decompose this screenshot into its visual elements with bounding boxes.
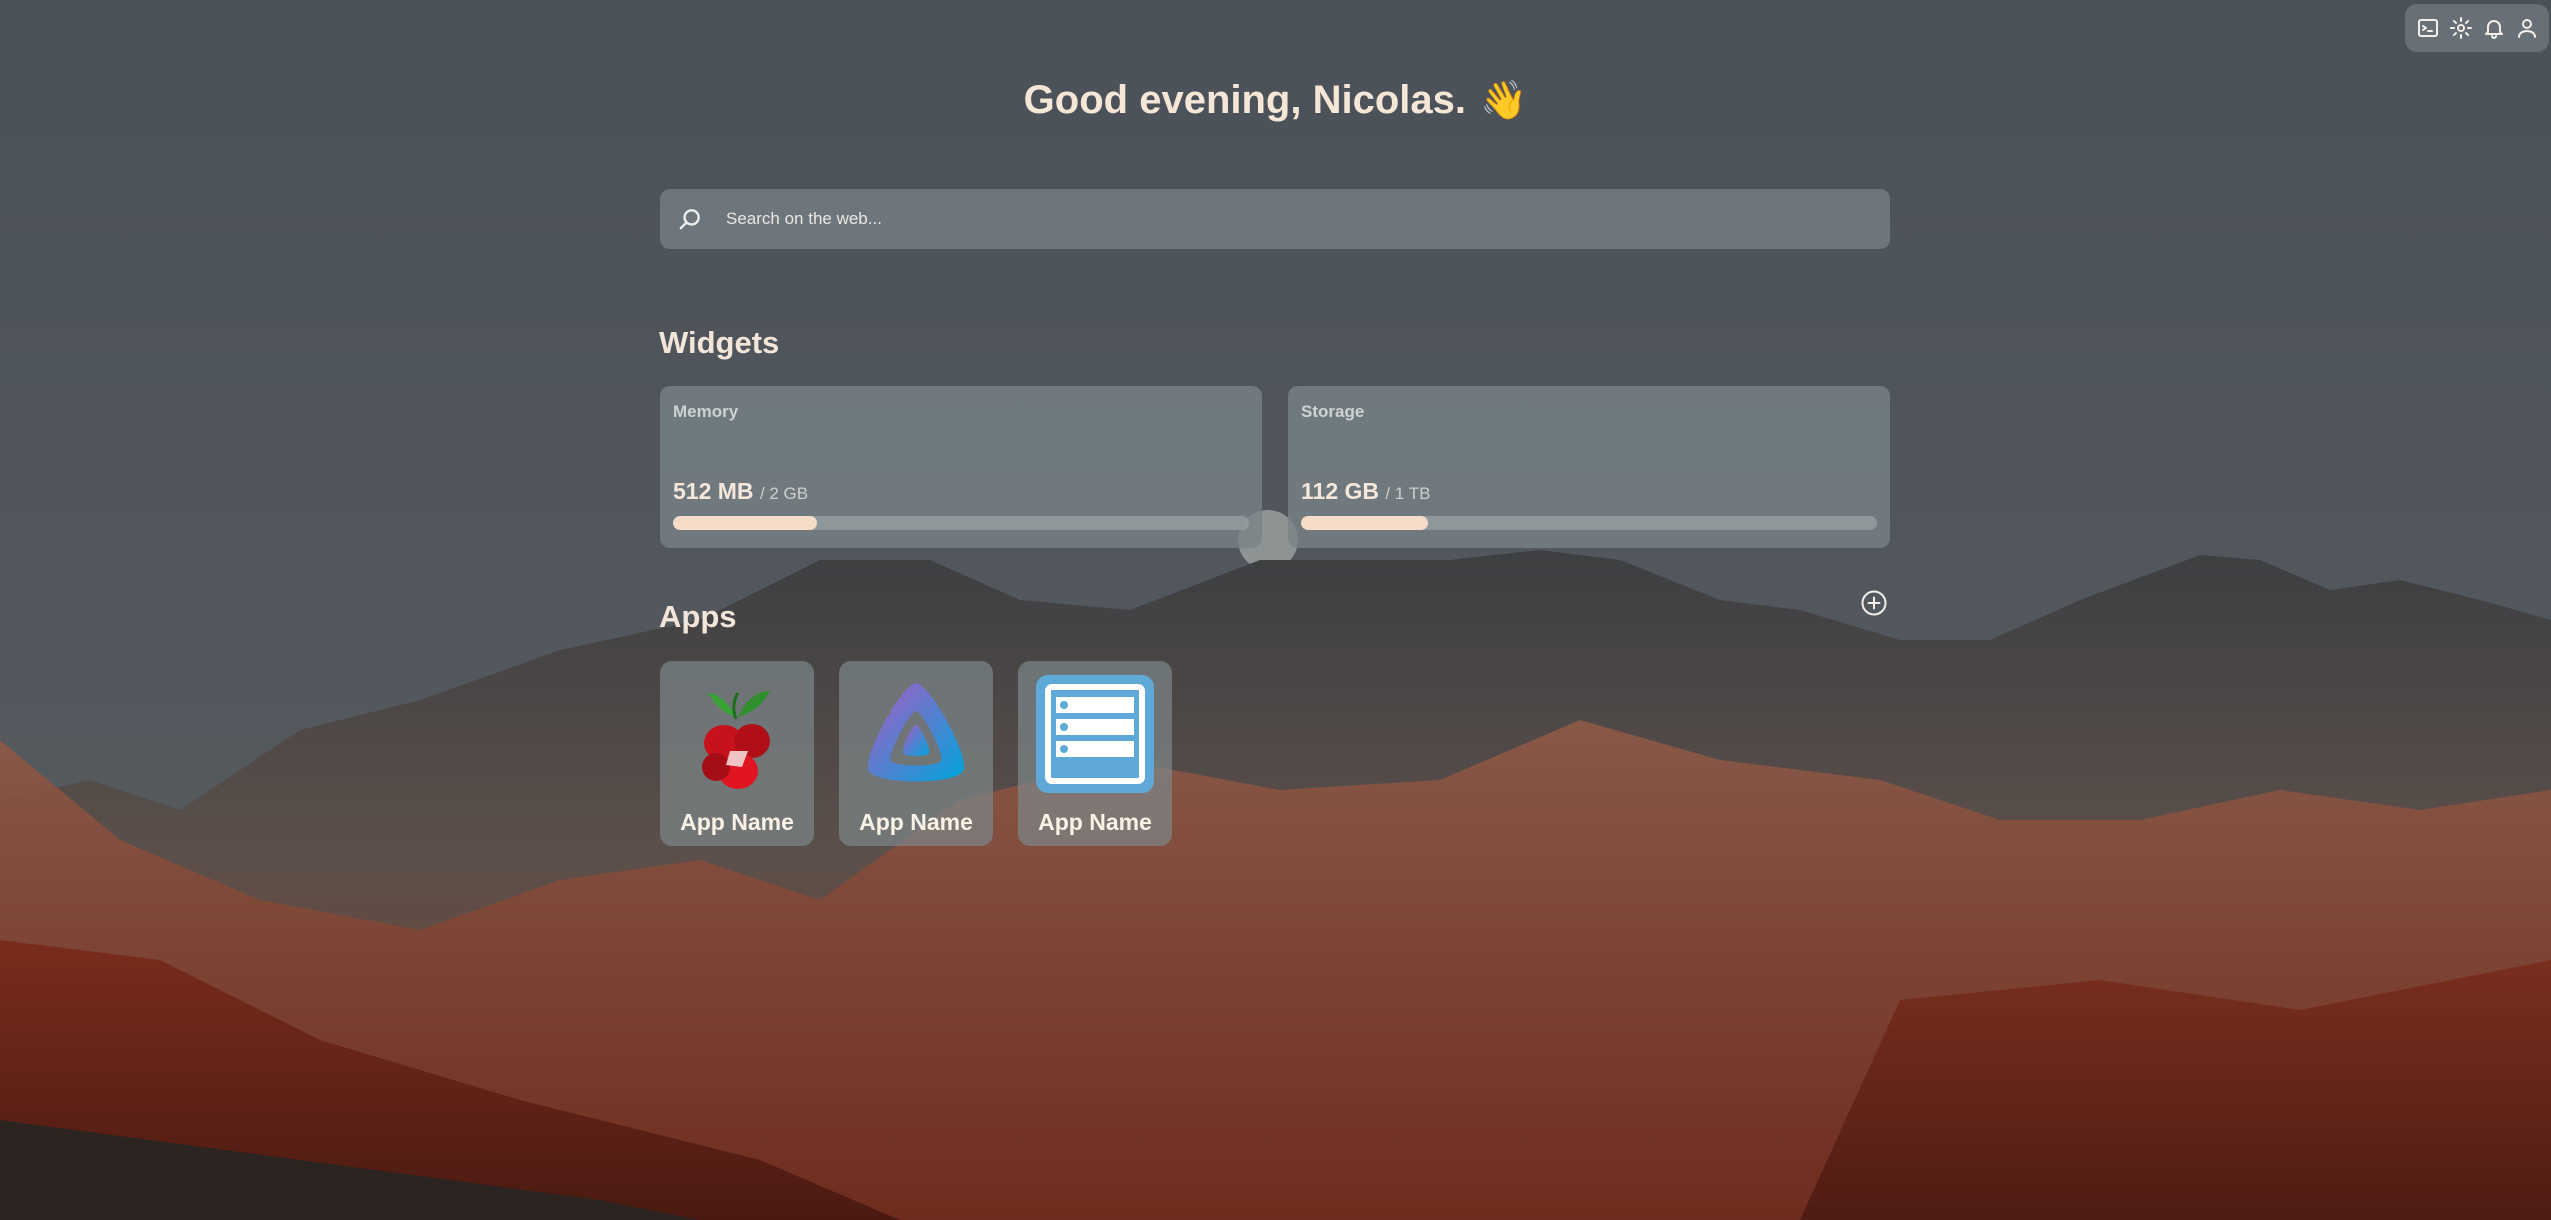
server-icon xyxy=(1036,675,1154,793)
memory-used: 512 MB xyxy=(673,478,754,504)
memory-usage-fill xyxy=(673,516,817,530)
widget-value: 512 MB / 2 GB xyxy=(673,478,808,505)
storage-usage-fill xyxy=(1301,516,1428,530)
gear-icon[interactable] xyxy=(2448,15,2474,41)
memory-usage-bar xyxy=(673,516,1249,530)
wave-emoji-icon: 👋 xyxy=(1479,80,1528,122)
add-app-button[interactable] xyxy=(1860,589,1888,617)
app-name: App Name xyxy=(1038,809,1152,835)
widgets-heading: Widgets xyxy=(659,325,780,360)
search-input[interactable] xyxy=(720,188,1890,250)
background-landscape xyxy=(0,0,2551,1220)
greeting-text: Good evening, Nicolas. xyxy=(1023,78,1466,122)
storage-widget: Storage 112 GB / 1 TB xyxy=(1288,386,1890,548)
memory-total: / 2 GB xyxy=(759,484,809,503)
storage-usage-bar xyxy=(1301,516,1877,530)
greeting-heading: Good evening, Nicolas. 👋 xyxy=(1000,78,1551,123)
app-name: App Name xyxy=(680,809,794,835)
terminal-icon[interactable] xyxy=(2415,15,2441,41)
app-tile-pihole[interactable]: App Name xyxy=(660,661,814,846)
plus-circle-icon xyxy=(1861,590,1887,616)
storage-used: 112 GB xyxy=(1301,478,1379,504)
search-icon[interactable] xyxy=(660,189,720,249)
bell-icon[interactable] xyxy=(2481,15,2507,41)
pihole-icon xyxy=(702,691,770,789)
top-toolbar xyxy=(2405,4,2549,52)
storage-total: / 1 TB xyxy=(1385,484,1431,503)
user-icon[interactable] xyxy=(2514,15,2540,41)
app-tile-jellyfin[interactable]: App Name xyxy=(839,661,993,846)
app-tile-server[interactable]: App Name xyxy=(1018,661,1172,846)
app-name: App Name xyxy=(859,809,973,835)
jellyfin-icon xyxy=(867,683,965,782)
widget-label: Storage xyxy=(1301,402,1365,421)
memory-widget: Memory 512 MB / 2 GB xyxy=(660,386,1262,548)
widget-value: 112 GB / 1 TB xyxy=(1301,478,1430,505)
widget-label: Memory xyxy=(673,402,739,421)
apps-heading: Apps xyxy=(659,599,737,634)
web-search-bar xyxy=(660,188,1890,250)
